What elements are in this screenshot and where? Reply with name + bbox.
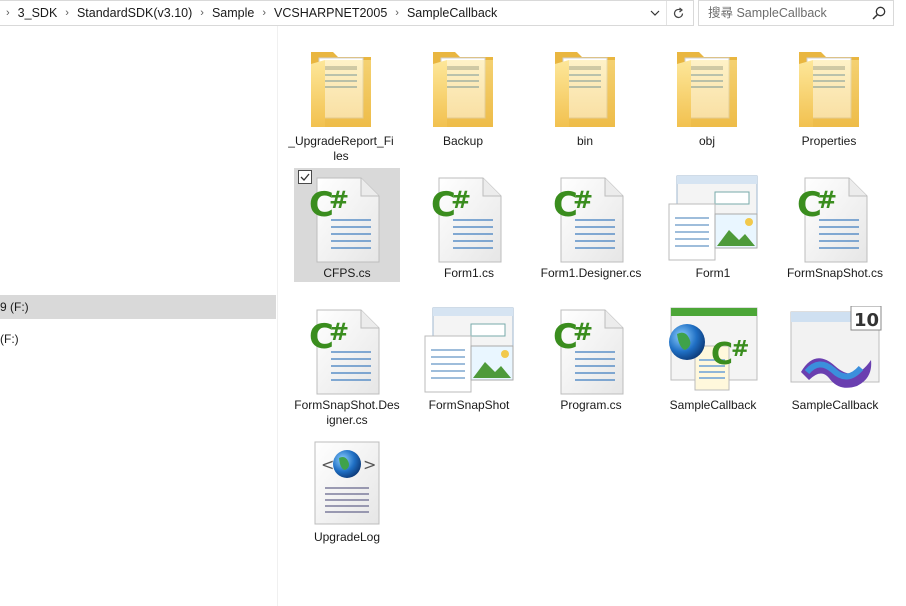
chevron-right-icon[interactable]: ›	[256, 7, 272, 19]
csharp-file-icon[interactable]	[538, 174, 644, 264]
file-name[interactable]: SampleCallback	[660, 398, 766, 413]
breadcrumb-item-standardsdk[interactable]: › StandardSDK(v3.10)	[59, 1, 194, 25]
file-item-properties[interactable]: Properties	[776, 36, 882, 154]
breadcrumb-item-sdk[interactable]: › 3_SDK	[0, 1, 59, 25]
navigation-pane: 9 (F:) (F:)	[0, 26, 278, 606]
xml-log-icon[interactable]	[294, 438, 400, 528]
file-name[interactable]: Form1	[660, 266, 766, 281]
file-item-samplecallback-csproj[interactable]: SampleCallback	[660, 300, 766, 418]
chevron-right-icon[interactable]: ›	[389, 7, 405, 19]
file-item-form1-designer-cs[interactable]: Form1.Designer.cs	[538, 168, 644, 286]
csharp-file-icon[interactable]	[294, 174, 400, 264]
chevron-right-icon[interactable]: ›	[194, 7, 210, 19]
breadcrumb-item-sample[interactable]: › Sample	[194, 1, 256, 25]
file-item-backup[interactable]: Backup	[410, 36, 516, 154]
file-item-formsnapshot-designer-cs[interactable]: FormSnapShot.Designer.cs	[294, 300, 400, 427]
file-item-bin[interactable]: bin	[532, 36, 638, 154]
file-name[interactable]: CFPS.cs	[294, 266, 400, 281]
file-list: _UpgradeReport_Files Backup bin obj Prop…	[288, 36, 900, 602]
folder-icon[interactable]	[288, 42, 394, 132]
file-name[interactable]: UpgradeLog	[294, 530, 400, 545]
csharp-file-icon[interactable]	[416, 174, 522, 264]
breadcrumb-item-vcsharpnet[interactable]: › VCSHARPNET2005	[256, 1, 389, 25]
file-item-obj[interactable]: obj	[654, 36, 760, 154]
file-item-cfps-cs[interactable]: CFPS.cs	[294, 168, 400, 282]
search-input[interactable]	[699, 1, 869, 25]
file-item-upgradelog[interactable]: UpgradeLog	[294, 432, 400, 550]
nav-drive-item-selected[interactable]: 9 (F:)	[0, 295, 276, 319]
folder-icon[interactable]	[654, 42, 760, 132]
folder-icon[interactable]	[532, 42, 638, 132]
nav-drive-item[interactable]: (F:)	[0, 327, 276, 351]
file-name[interactable]: FormSnapShot	[416, 398, 522, 413]
file-item-upgradereport-files[interactable]: _UpgradeReport_Files	[288, 36, 394, 163]
csharp-file-icon[interactable]	[294, 306, 400, 396]
file-name[interactable]: obj	[654, 134, 760, 149]
address-bar[interactable]: › 3_SDK › StandardSDK(v3.10) › Sample › …	[0, 0, 694, 26]
file-name[interactable]: _UpgradeReport_Files	[288, 134, 394, 164]
file-name[interactable]: SampleCallback	[782, 398, 888, 413]
resx-file-icon[interactable]	[660, 174, 766, 264]
csharp-file-icon[interactable]	[782, 174, 888, 264]
file-name[interactable]: Backup	[410, 134, 516, 149]
file-name[interactable]: bin	[532, 134, 638, 149]
chevron-right-icon[interactable]: ›	[0, 7, 16, 19]
file-name[interactable]: FormSnapShot.Designer.cs	[294, 398, 400, 428]
search-box[interactable]	[698, 0, 894, 26]
csharp-file-icon[interactable]	[538, 306, 644, 396]
folder-icon[interactable]	[410, 42, 516, 132]
breadcrumb-item-samplecallback[interactable]: › SampleCallback	[389, 1, 499, 25]
file-name[interactable]: Form1.Designer.cs	[538, 266, 644, 281]
vs-solution-icon[interactable]	[782, 306, 888, 396]
folder-icon[interactable]	[776, 42, 882, 132]
breadcrumb: › 3_SDK › StandardSDK(v3.10) › Sample › …	[0, 1, 499, 25]
file-name[interactable]: Program.cs	[538, 398, 644, 413]
file-name[interactable]: Properties	[776, 134, 882, 149]
resx-file-icon[interactable]	[416, 306, 522, 396]
file-item-samplecallback-sln[interactable]: SampleCallback	[782, 300, 888, 418]
file-item-formsnapshot-cs[interactable]: FormSnapShot.cs	[782, 168, 888, 286]
file-item-form1-resx[interactable]: Form1	[660, 168, 766, 286]
file-item-program-cs[interactable]: Program.cs	[538, 300, 644, 418]
file-item-formsnapshot-resx[interactable]: FormSnapShot	[416, 300, 522, 418]
refresh-icon[interactable]	[666, 1, 690, 25]
csproj-file-icon[interactable]	[660, 306, 766, 396]
nav-drive-label[interactable]: (F:)	[0, 332, 19, 346]
file-name[interactable]: FormSnapShot.cs	[782, 266, 888, 281]
search-icon[interactable]	[871, 5, 887, 21]
file-item-form1-cs[interactable]: Form1.cs	[416, 168, 522, 286]
chevron-right-icon[interactable]: ›	[59, 7, 75, 19]
chevron-down-icon[interactable]	[644, 1, 666, 25]
file-name[interactable]: Form1.cs	[416, 266, 522, 281]
nav-drive-label[interactable]: 9 (F:)	[0, 300, 29, 314]
